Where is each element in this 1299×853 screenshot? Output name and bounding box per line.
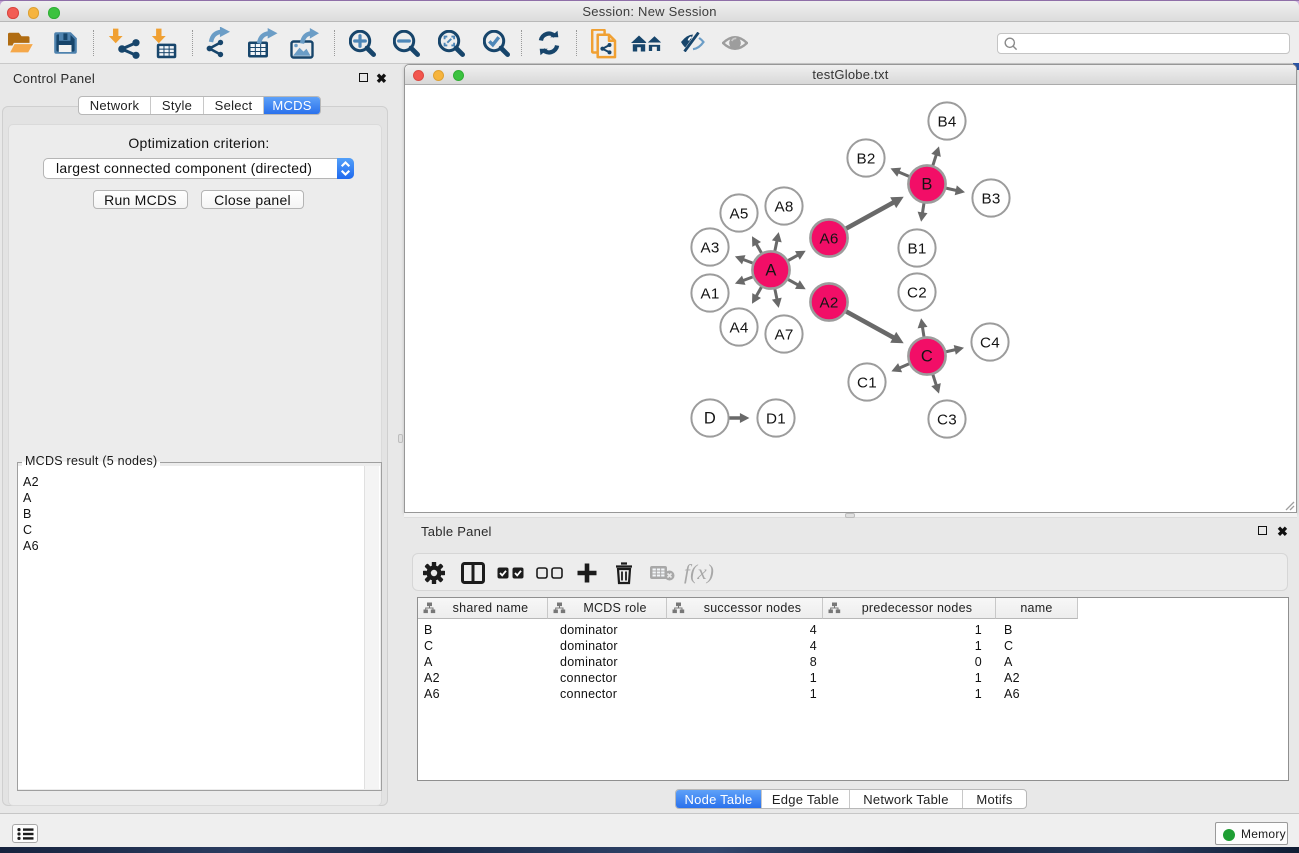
svg-text:D: D xyxy=(704,410,716,428)
svg-text:D1: D1 xyxy=(766,411,786,428)
svg-text:A7: A7 xyxy=(774,327,793,344)
svg-text:A8: A8 xyxy=(774,199,793,216)
svg-text:B2: B2 xyxy=(856,151,875,168)
svg-text:C1: C1 xyxy=(857,375,877,392)
svg-text:A: A xyxy=(765,262,776,280)
svg-text:C3: C3 xyxy=(937,412,957,429)
svg-text:B: B xyxy=(921,176,932,194)
svg-text:A3: A3 xyxy=(700,240,719,257)
svg-text:B1: B1 xyxy=(907,241,926,258)
svg-text:A6: A6 xyxy=(819,231,838,248)
svg-text:A1: A1 xyxy=(700,286,719,303)
svg-text:A2: A2 xyxy=(819,295,838,312)
svg-text:C4: C4 xyxy=(980,335,1000,352)
svg-text:C2: C2 xyxy=(907,285,927,302)
svg-text:B3: B3 xyxy=(981,191,1000,208)
svg-text:A5: A5 xyxy=(729,206,748,223)
svg-text:C: C xyxy=(921,348,933,366)
svg-text:B4: B4 xyxy=(937,114,956,131)
svg-text:A4: A4 xyxy=(729,320,748,337)
